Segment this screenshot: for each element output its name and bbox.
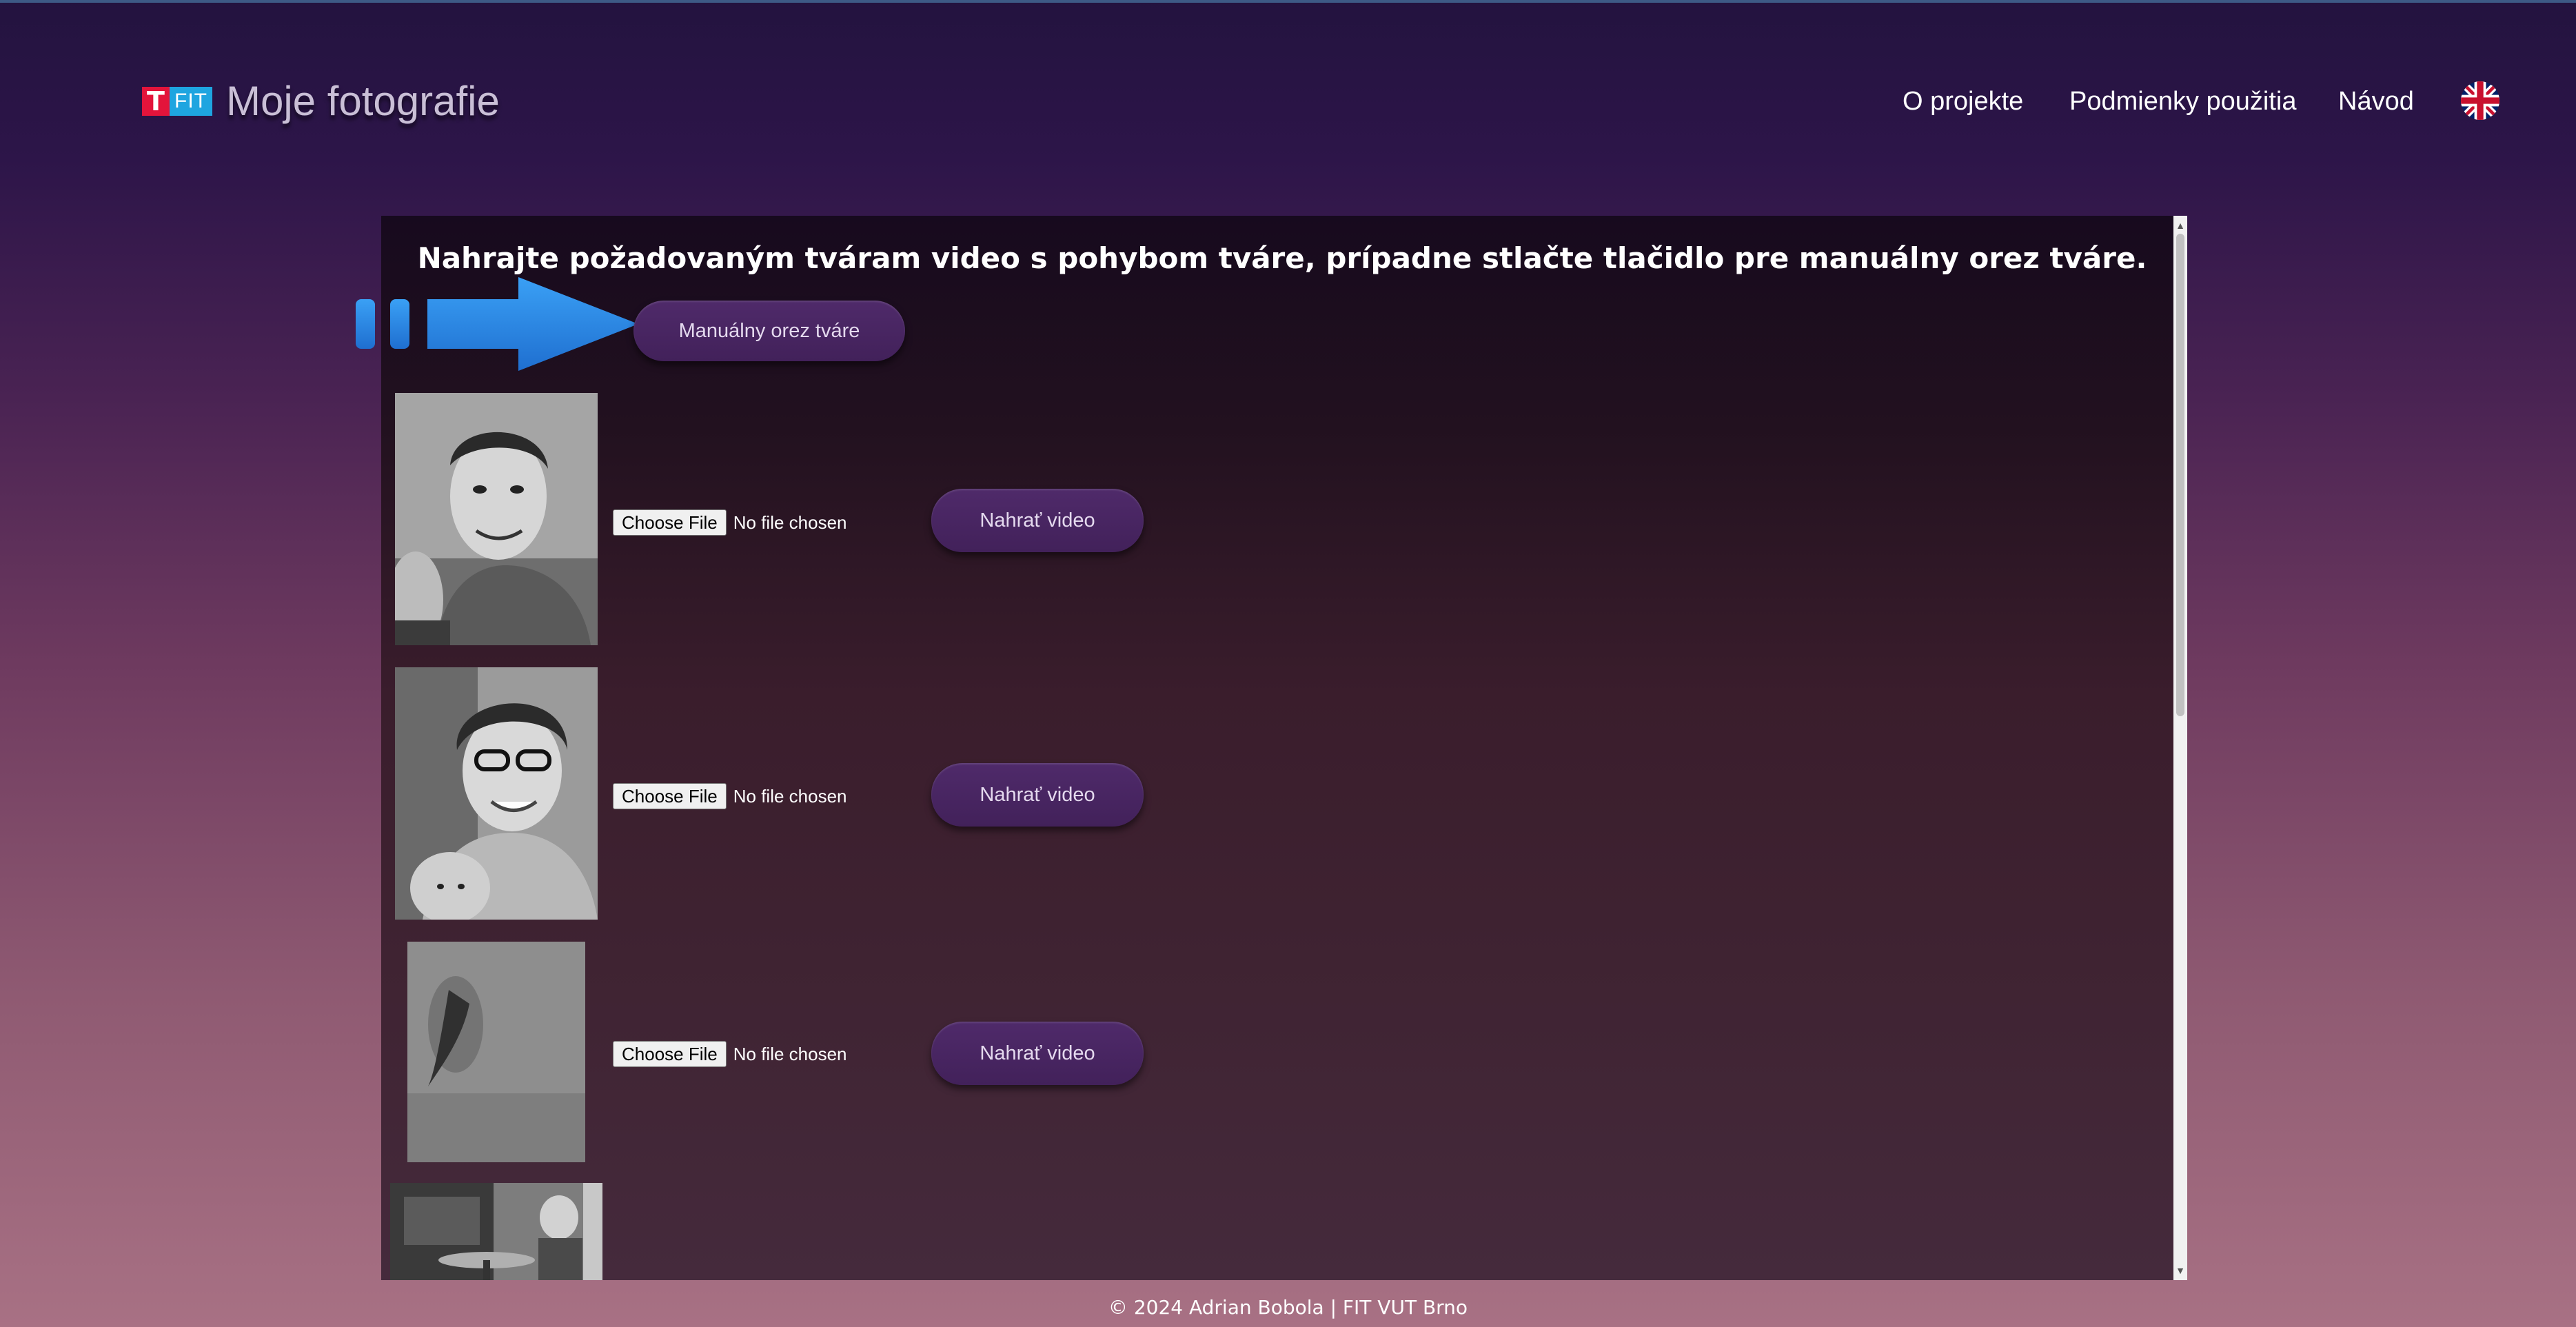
upload-video-button-2[interactable]: Nahrať video <box>931 763 1144 827</box>
logo-fit-text: FIT <box>174 90 207 112</box>
upload-panel <box>381 216 2187 1280</box>
fit-logo[interactable]: T FIT <box>142 87 212 116</box>
scroll-down-icon[interactable]: ▼ <box>2173 1264 2187 1277</box>
file-input-1[interactable]: Choose File No file chosen <box>613 509 847 536</box>
scroll-up-icon[interactable]: ▲ <box>2173 219 2187 232</box>
face-thumbnail-1 <box>395 393 598 645</box>
uk-flag-icon[interactable] <box>2461 81 2499 120</box>
face-thumbnail-2 <box>395 667 598 920</box>
top-border <box>0 0 2576 3</box>
file-status: No file chosen <box>733 1043 847 1064</box>
choose-file-button[interactable]: Choose File <box>613 509 727 536</box>
scroll-thumb[interactable] <box>2176 234 2184 716</box>
footer-copyright: © 2024 Adrian Bobola | FIT VUT Brno <box>1108 1296 1468 1319</box>
manual-face-crop-button[interactable]: Manuálny orez tváre <box>633 301 905 361</box>
logo-t-letter: T <box>147 86 165 117</box>
panel-scrollbar[interactable]: ▲ ▼ <box>2173 216 2187 1280</box>
nav-about-project[interactable]: O projekte <box>1903 87 2023 117</box>
face-thumbnail-3 <box>407 942 585 1162</box>
arrow-right-icon <box>356 277 645 371</box>
choose-file-button[interactable]: Choose File <box>613 1041 727 1067</box>
file-input-3[interactable]: Choose File No file chosen <box>613 1041 847 1067</box>
site-title[interactable]: Moje fotografie <box>226 77 500 125</box>
nav-guide[interactable]: Návod <box>2338 87 2414 117</box>
face-thumbnail-4 <box>390 1183 602 1280</box>
upload-video-button-1[interactable]: Nahrať video <box>931 489 1144 552</box>
upload-video-button-3[interactable]: Nahrať video <box>931 1022 1144 1085</box>
file-status: No file chosen <box>733 785 847 807</box>
file-input-2[interactable]: Choose File No file chosen <box>613 783 847 809</box>
file-status: No file chosen <box>733 511 847 533</box>
choose-file-button[interactable]: Choose File <box>613 783 727 809</box>
nav-terms-of-use[interactable]: Podmienky použitia <box>2069 87 2297 117</box>
